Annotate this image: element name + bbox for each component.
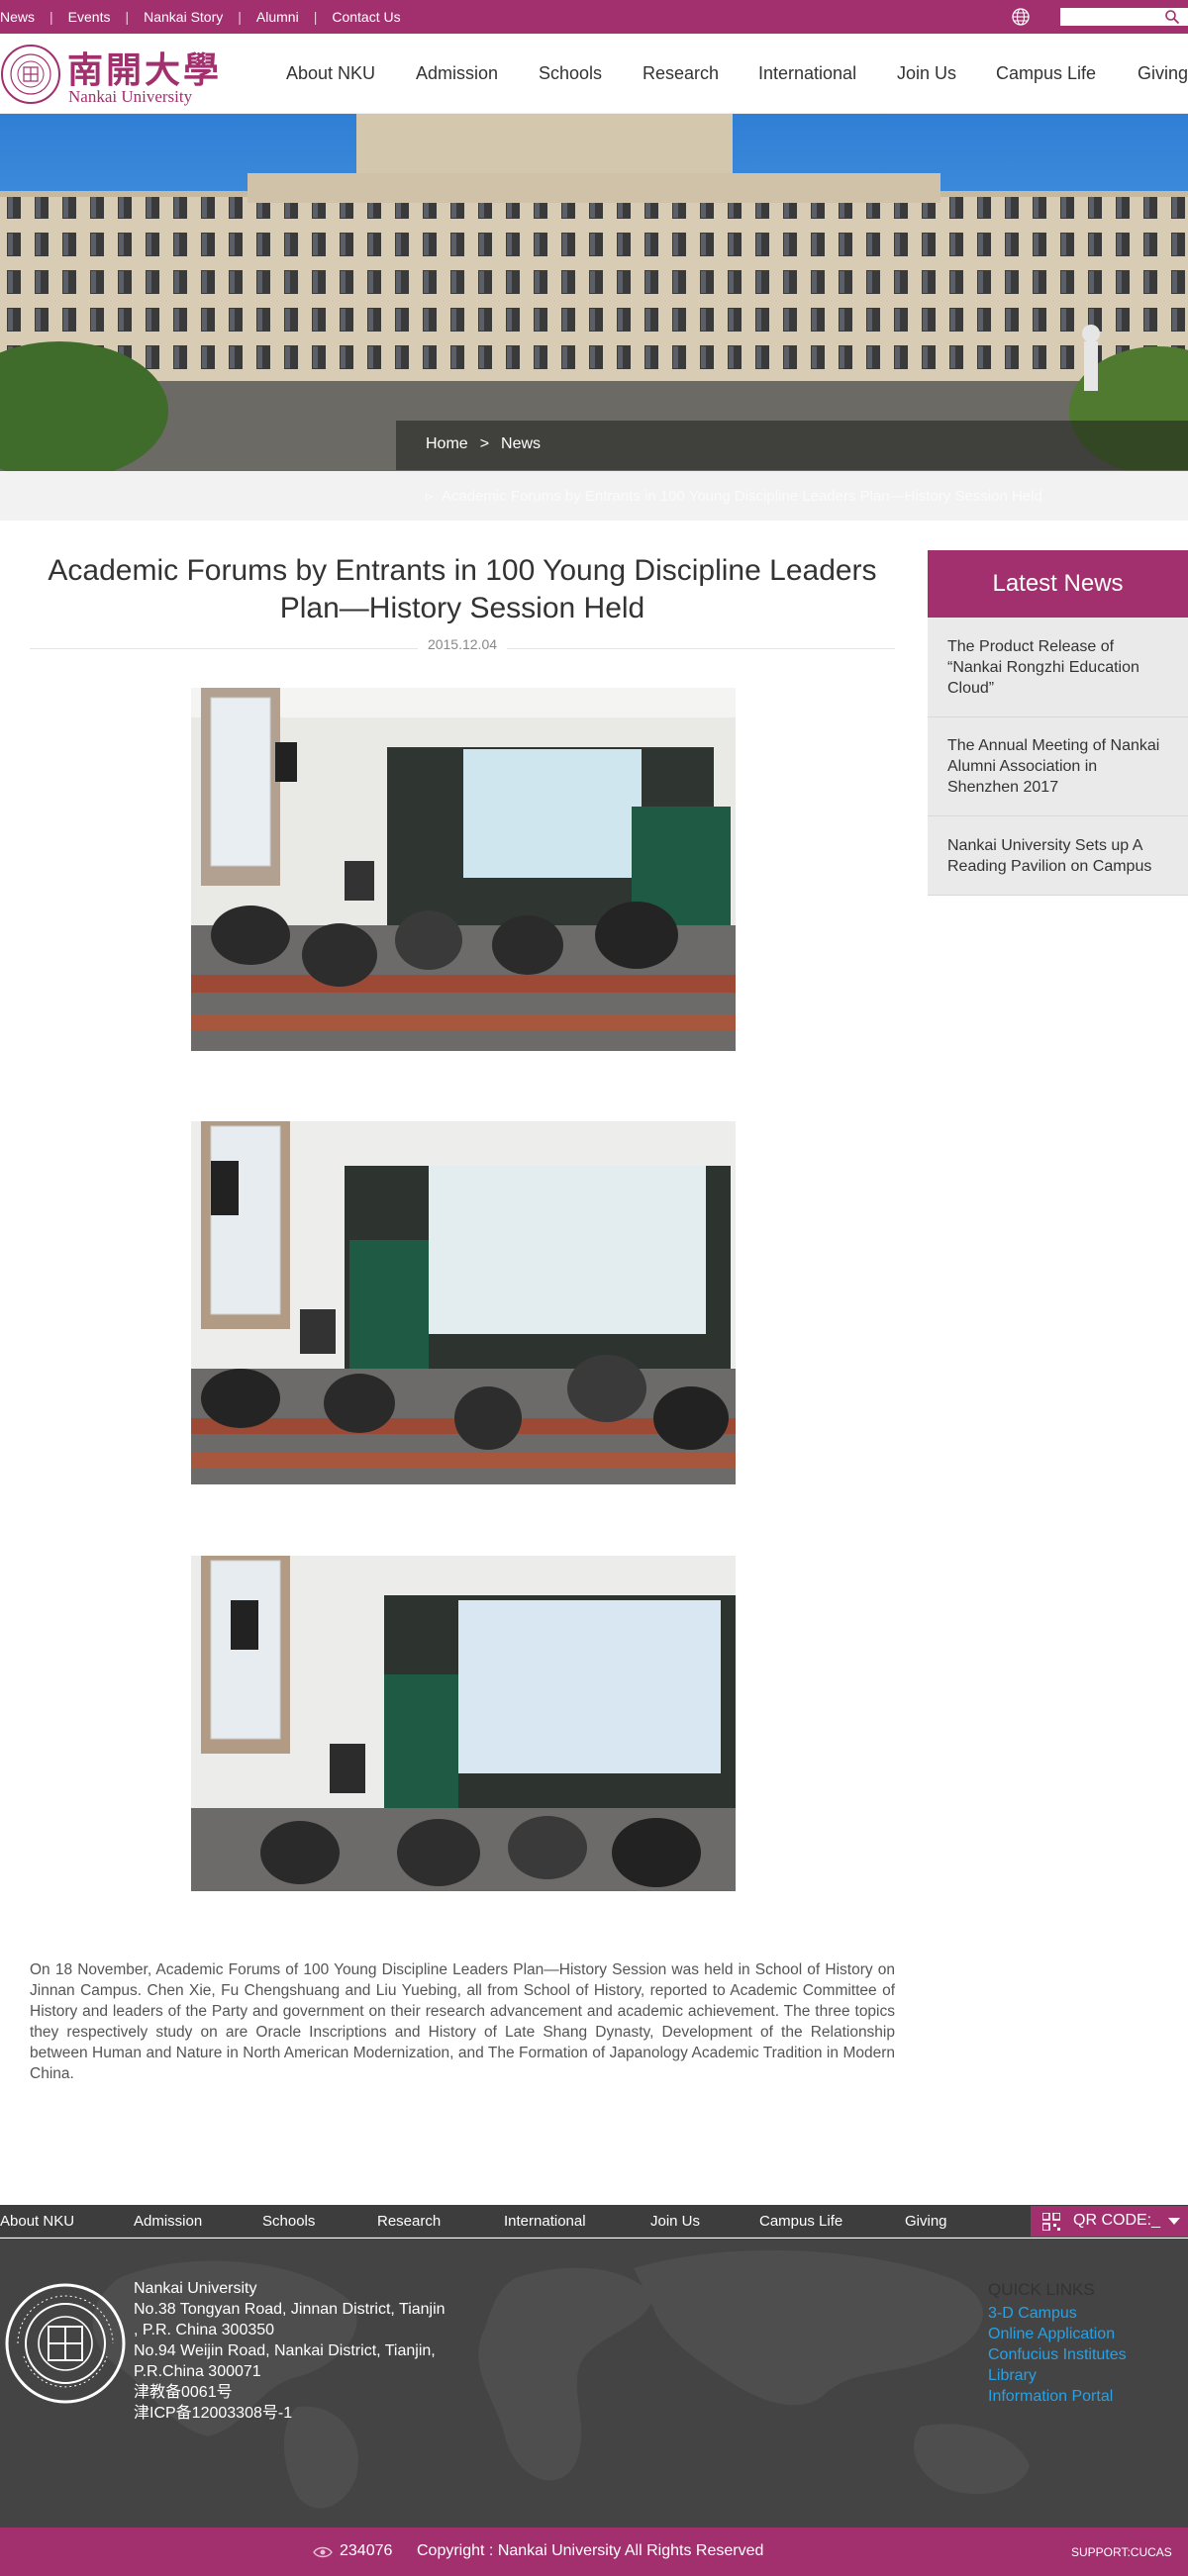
separator: | <box>238 9 242 25</box>
nav-join-us[interactable]: Join Us <box>897 63 956 84</box>
breadcrumb-news[interactable]: News <box>501 435 541 452</box>
latest-news-item[interactable]: Nankai University Sets up A Reading Pavi… <box>928 816 1188 896</box>
utility-link-nankai-story[interactable]: Nankai Story <box>144 9 223 25</box>
separator: | <box>50 9 53 25</box>
nav-schools[interactable]: Schools <box>539 63 602 84</box>
article-title: Academic Forums by Entrants in 100 Young… <box>48 554 877 624</box>
footer-university-seal-logo <box>5 2283 126 2404</box>
separator: | <box>313 9 318 25</box>
support-credit[interactable]: SUPPORT:CUCAS <box>1071 2545 1172 2559</box>
footer-address: Nankai University No.38 Tongyan Road, Ji… <box>134 2278 446 2424</box>
address-line: Nankai University <box>134 2280 257 2297</box>
article-subtitle-text: ▹ Academic Forums by Entrants in 100 You… <box>426 488 1042 505</box>
article-photo-2 <box>191 1121 736 1484</box>
nav-about-nku[interactable]: About NKU <box>286 63 375 84</box>
quick-link-library[interactable]: Library <box>988 2367 1037 2385</box>
footer-nav-admission[interactable]: Admission <box>134 2213 202 2230</box>
logo-english-name[interactable]: Nankai University <box>68 87 192 107</box>
utility-link-contact-us[interactable]: Contact Us <box>332 9 400 25</box>
qr-code-label: QR CODE:_ <box>1073 2212 1161 2229</box>
article-body: On 18 November, Academic Forums of 100 Y… <box>30 1961 895 2082</box>
breadcrumb: Home > News <box>426 435 541 453</box>
footer-nav-international[interactable]: International <box>504 2213 586 2230</box>
nav-giving[interactable]: Giving <box>1138 63 1188 84</box>
article-date: 2015.12.04 <box>30 636 895 652</box>
footer-navigation: About NKU Admission Schools Research Int… <box>0 2205 1188 2238</box>
search-icon[interactable] <box>1164 9 1180 25</box>
quick-link-confucius-institutes[interactable]: Confucius Institutes <box>988 2346 1127 2364</box>
copyright-bar: 234076 Copyright : Nankai University All… <box>0 2528 1188 2576</box>
quick-link-3d-campus[interactable]: 3-D Campus <box>988 2305 1077 2323</box>
globe-icon[interactable] <box>1011 7 1031 27</box>
latest-news-item[interactable]: The Annual Meeting of Nankai Alumni Asso… <box>928 717 1188 816</box>
article-photo-1 <box>191 688 736 1051</box>
latest-news-item[interactable]: The Product Release of “Nankai Rongzhi E… <box>928 618 1188 717</box>
utility-link-alumni[interactable]: Alumni <box>256 9 299 25</box>
eye-icon <box>313 2546 333 2558</box>
nav-campus-life[interactable]: Campus Life <box>996 63 1096 84</box>
qr-code-toggle[interactable]: QR CODE:_ <box>1031 2206 1188 2237</box>
quick-link-online-application[interactable]: Online Application <box>988 2326 1115 2343</box>
footer-nav-research[interactable]: Research <box>377 2213 441 2230</box>
qr-code-icon <box>1042 2213 1060 2231</box>
copyright-text: Copyright : Nankai University All Rights… <box>417 2542 764 2559</box>
university-seal-logo[interactable] <box>0 44 61 105</box>
footer-nav-join-us[interactable]: Join Us <box>650 2213 700 2230</box>
address-line[interactable]: 津教备0061号 <box>134 2382 446 2403</box>
address-line: , P.R. China 300350 <box>134 2322 275 2338</box>
nav-admission[interactable]: Admission <box>416 63 498 84</box>
site-header: 南開大學 Nankai University About NKU Admissi… <box>0 34 1188 114</box>
address-line[interactable]: 津ICP备12003308号-1 <box>134 2403 446 2424</box>
latest-news-heading: Latest News <box>928 550 1188 618</box>
footer-nav-about-nku[interactable]: About NKU <box>0 2213 74 2230</box>
quick-links-title: QUICK LINKS <box>988 2280 1095 2299</box>
logo-chinese-name[interactable]: 南開大學 <box>67 42 222 93</box>
nav-research[interactable]: Research <box>643 63 719 84</box>
utility-links: News | Events | Nankai Story | Alumni | … <box>0 9 401 25</box>
chevron-down-icon <box>1168 2218 1180 2225</box>
breadcrumb-home[interactable]: Home <box>426 435 468 452</box>
footer-nav-campus-life[interactable]: Campus Life <box>759 2213 842 2230</box>
breadcrumb-separator: > <box>479 435 490 452</box>
hero-banner-image <box>0 114 1188 471</box>
top-utility-bar: News | Events | Nankai Story | Alumni | … <box>0 0 1188 34</box>
address-line: P.R.China 300071 <box>134 2363 261 2380</box>
address-line: No.94 Weijin Road, Nankai District, Tian… <box>134 2342 436 2359</box>
article-photo-3 <box>191 1556 736 1891</box>
footer-nav-giving[interactable]: Giving <box>905 2213 947 2230</box>
quick-link-information-portal[interactable]: Information Portal <box>988 2388 1113 2406</box>
visit-counter: 234076 <box>340 2542 393 2559</box>
utility-link-events[interactable]: Events <box>68 9 111 25</box>
address-line: No.38 Tongyan Road, Jinnan District, Tia… <box>134 2301 446 2318</box>
footer-nav-schools[interactable]: Schools <box>262 2213 315 2230</box>
separator: | <box>125 9 130 25</box>
nav-international[interactable]: International <box>758 63 856 84</box>
utility-link-news[interactable]: News <box>0 9 35 25</box>
